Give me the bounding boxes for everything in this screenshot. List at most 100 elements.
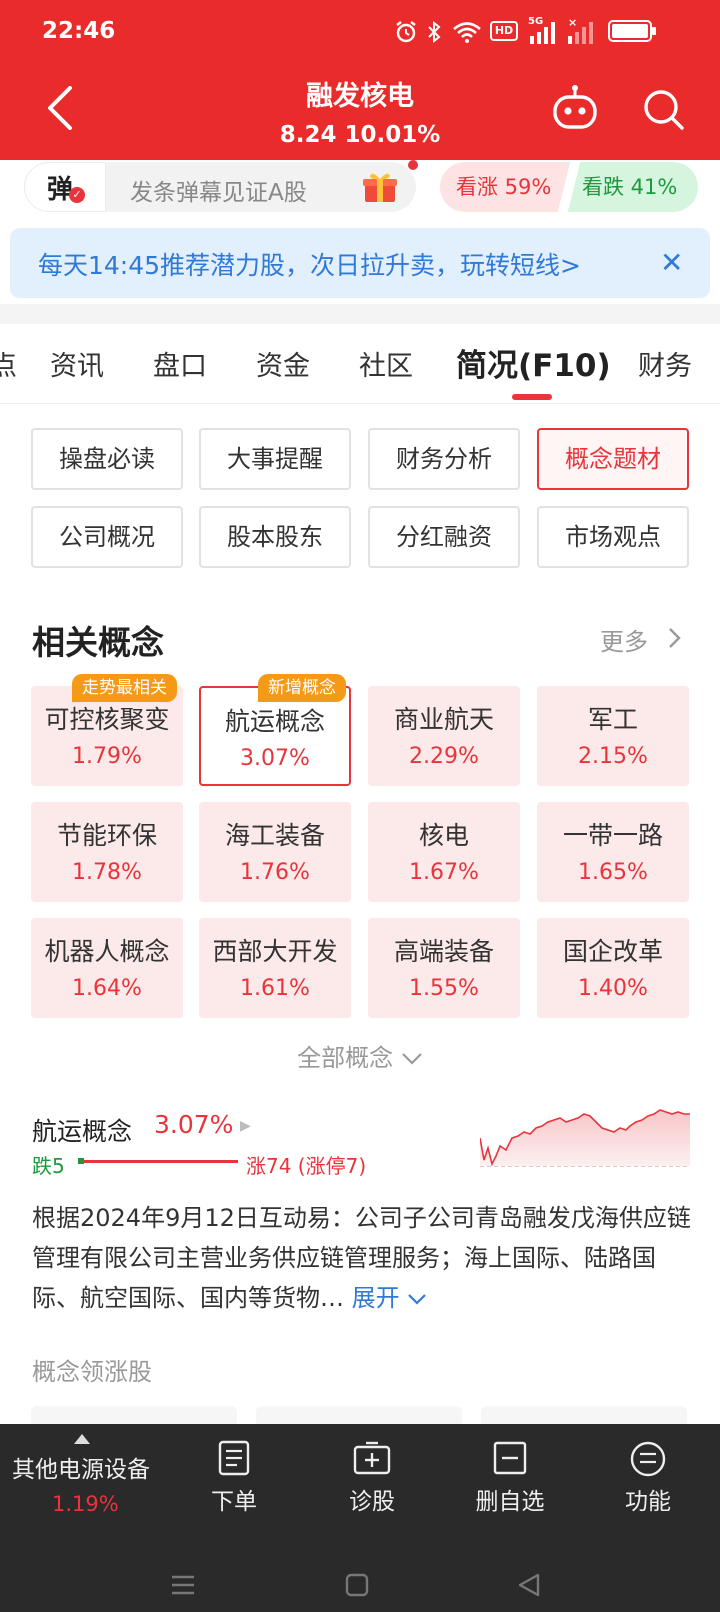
- expand-link[interactable]: 展开: [352, 1284, 428, 1312]
- chevron-down-icon: [402, 1053, 422, 1065]
- concept-detail-name[interactable]: 航运概念: [32, 1112, 132, 1148]
- order-icon: [218, 1440, 250, 1476]
- f10-shareholders-button[interactable]: 股本股东: [199, 506, 351, 568]
- remove-watchlist-button[interactable]: 删自选: [450, 1440, 570, 1516]
- robot-assistant-icon[interactable]: [550, 84, 600, 134]
- all-concepts-label: 全部概念: [297, 1044, 394, 1072]
- f10-company-profile-button[interactable]: 公司概况: [31, 506, 183, 568]
- gift-icon[interactable]: [362, 170, 398, 204]
- concept-card-name: 军工: [587, 705, 638, 734]
- concept-card-pct: 1.76%: [240, 860, 310, 885]
- concept-card-pct: 1.61%: [240, 976, 310, 1001]
- concept-card-pct: 1.79%: [72, 744, 142, 769]
- f10-events-button[interactable]: 大事提醒: [199, 428, 351, 490]
- remove-watchlist-icon: [493, 1441, 527, 1475]
- bullish-button[interactable]: 看涨 59%: [440, 162, 574, 212]
- tab-f10[interactable]: 简况(F10): [456, 340, 611, 385]
- more-link[interactable]: 更多: [600, 622, 648, 657]
- tab-funds[interactable]: 资金: [256, 344, 310, 383]
- battery-icon: [608, 20, 656, 42]
- menu-button[interactable]: 功能: [588, 1440, 708, 1516]
- system-menu-icon[interactable]: [170, 1572, 196, 1598]
- concept-card-name: 高端装备: [393, 937, 494, 966]
- concept-card[interactable]: 商业航天 2.29%: [368, 686, 520, 786]
- danmaku-row: 弹 ✓ 发条弹幕见证A股 看涨 59% 看跌 41%: [0, 160, 720, 220]
- system-back-icon[interactable]: [516, 1572, 542, 1598]
- danmaku-badge-label: 弹: [47, 175, 74, 205]
- concept-card[interactable]: 军工 2.15%: [537, 686, 689, 786]
- concept-card-name: 一带一路: [562, 821, 663, 850]
- promo-text[interactable]: 每天14:45推荐潜力股，次日拉升卖，玩转短线>: [38, 246, 581, 282]
- signal-icon: ×: [566, 16, 598, 44]
- concept-card-pct: 2.29%: [409, 744, 479, 769]
- wifi-icon: [453, 22, 481, 43]
- f10-concepts-button[interactable]: 概念题材: [537, 428, 689, 490]
- system-home-icon[interactable]: [344, 1572, 370, 1598]
- f10-market-views-button[interactable]: 市场观点: [537, 506, 689, 568]
- tab-community[interactable]: 社区: [359, 344, 413, 383]
- check-icon: ✓: [69, 187, 85, 203]
- tab-finance[interactable]: 财务: [638, 344, 692, 383]
- concept-card-pct: 1.55%: [409, 976, 479, 1001]
- section-title: 相关概念: [32, 623, 164, 662]
- sector-name: 其他电源设备: [12, 1457, 150, 1483]
- tab-bar: 点 资讯 盘口 资金 社区 简况(F10) 财务: [0, 324, 720, 404]
- signal-5g-icon: 5G: [528, 16, 558, 44]
- concept-card-name: 国企改革: [562, 937, 663, 966]
- concept-card-name: 商业航天: [393, 705, 494, 734]
- bearish-button[interactable]: 看跌 41%: [568, 162, 698, 212]
- danmaku-input[interactable]: 弹 ✓ 发条弹幕见证A股: [24, 162, 416, 212]
- tab-partial[interactable]: 点: [0, 344, 17, 383]
- all-concepts-toggle[interactable]: 全部概念: [0, 1038, 720, 1073]
- stock-quote: 8.24 10.01%: [279, 122, 441, 148]
- hd-icon: HD: [490, 21, 518, 41]
- concept-detail-pct: 3.07%: [154, 1110, 234, 1139]
- caret-right-icon[interactable]: ▶: [240, 1118, 251, 1134]
- concept-card-name: 航运概念: [224, 707, 325, 736]
- tab-active-indicator: [512, 394, 552, 400]
- concept-tag-new: 新增概念: [258, 674, 346, 702]
- concept-card[interactable]: 国企改革 1.40%: [537, 918, 689, 1018]
- promo-banner[interactable]: 每天14:45推荐潜力股，次日拉升卖，玩转短线> ✕: [10, 228, 710, 298]
- concept-card[interactable]: 西部大开发 1.61%: [199, 918, 351, 1018]
- search-icon[interactable]: [642, 88, 686, 132]
- f10-dividends-button[interactable]: 分红融资: [368, 506, 520, 568]
- concept-card[interactable]: 一带一路 1.65%: [537, 802, 689, 902]
- concept-card-name: 核电: [418, 821, 469, 850]
- danmaku-placeholder: 发条弹幕见证A股: [130, 180, 307, 206]
- concept-card-pct: 1.78%: [72, 860, 142, 885]
- caret-up-icon[interactable]: [74, 1434, 90, 1444]
- diagnose-icon: [353, 1441, 391, 1475]
- danmaku-badge[interactable]: 弹 ✓: [24, 162, 106, 212]
- order-button[interactable]: 下单: [174, 1440, 294, 1516]
- concept-card[interactable]: 节能环保 1.78%: [31, 802, 183, 902]
- status-time: 22:46: [42, 18, 116, 44]
- f10-financial-analysis-button[interactable]: 财务分析: [368, 428, 520, 490]
- fall-ratio-segment: [78, 1158, 84, 1164]
- diagnose-button[interactable]: 诊股: [312, 1440, 432, 1516]
- chevron-right-icon[interactable]: [664, 626, 684, 650]
- section-separator: [0, 304, 720, 324]
- notification-dot: [408, 160, 418, 170]
- f10-trading-guide-button[interactable]: 操盘必读: [31, 428, 183, 490]
- concept-intraday-sparkline[interactable]: [480, 1108, 690, 1178]
- concept-card[interactable]: 核电 1.67%: [368, 802, 520, 902]
- bottom-toolbar: 其他电源设备 1.19% 下单 诊股 删自选 功能: [0, 1424, 720, 1612]
- concept-card-pct: 1.40%: [578, 976, 648, 1001]
- tab-orderbook[interactable]: 盘口: [153, 344, 207, 383]
- concept-card[interactable]: 海工装备 1.76%: [199, 802, 351, 902]
- chevron-down-icon: [408, 1294, 427, 1305]
- diagnose-label: 诊股: [349, 1489, 395, 1515]
- concept-card-name: 海工装备: [224, 821, 325, 850]
- tab-news[interactable]: 资讯: [50, 344, 104, 383]
- close-icon[interactable]: ✕: [660, 246, 683, 279]
- concept-card-name: 节能环保: [56, 821, 157, 850]
- fall-count: 跌5: [32, 1154, 65, 1178]
- alarm-icon: [396, 21, 416, 43]
- concept-card[interactable]: 机器人概念 1.64%: [31, 918, 183, 1018]
- concept-card-pct: 1.67%: [409, 860, 479, 885]
- sector-pct: 1.19%: [52, 1492, 119, 1516]
- concept-card[interactable]: 高端装备 1.55%: [368, 918, 520, 1018]
- concept-card-pct: 3.07%: [240, 746, 310, 771]
- sentiment-vote: 看涨 59% 看跌 41%: [440, 160, 698, 214]
